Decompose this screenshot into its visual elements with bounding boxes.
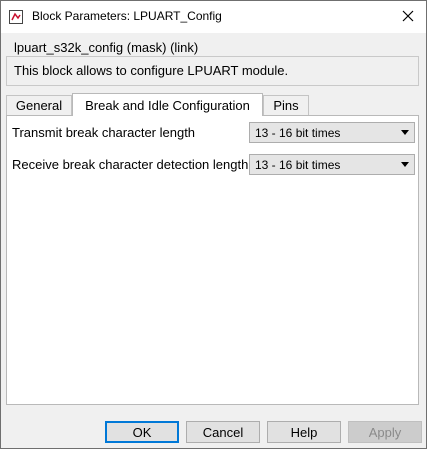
transmit-break-length-value: 13 - 16 bit times — [255, 126, 341, 140]
mask-heading: lpuart_s32k_config (mask) (link) — [14, 40, 199, 55]
mask-description-group: lpuart_s32k_config (mask) (link) This bl… — [6, 36, 419, 86]
close-button[interactable] — [390, 1, 426, 33]
receive-break-length-label: Receive break character detection length — [12, 157, 249, 172]
tab-general-label: General — [15, 98, 63, 113]
chevron-down-icon — [401, 162, 409, 167]
close-icon — [402, 10, 414, 25]
mask-description-box: This block allows to configure LPUART mo… — [6, 56, 419, 86]
tab-panel: Transmit break character length 13 - 16 … — [6, 115, 419, 405]
help-button[interactable]: Help — [267, 421, 341, 443]
tab-pins-label: Pins — [273, 98, 299, 113]
window-title: Block Parameters: LPUART_Config — [32, 9, 222, 23]
ok-button[interactable]: OK — [105, 421, 179, 443]
transmit-break-length-label: Transmit break character length — [12, 125, 196, 140]
simulink-block-icon — [9, 10, 23, 24]
tab-bar: General Break and Idle Configuration Pin… — [6, 93, 421, 116]
title-bar: Block Parameters: LPUART_Config — [1, 1, 426, 33]
receive-break-length-value: 13 - 16 bit times — [255, 158, 341, 172]
block-parameters-dialog: Block Parameters: LPUART_Config lpuart_s… — [0, 0, 427, 449]
tab-break-idle-label: Break and Idle Configuration — [85, 97, 250, 113]
receive-break-length-select[interactable]: 13 - 16 bit times — [249, 154, 415, 175]
transmit-break-length-select[interactable]: 13 - 16 bit times — [249, 122, 415, 143]
mask-description: This block allows to configure LPUART mo… — [14, 63, 289, 78]
cancel-button[interactable]: Cancel — [186, 421, 260, 443]
apply-button[interactable]: Apply — [348, 421, 422, 443]
tab-pins[interactable]: Pins — [263, 95, 309, 115]
chevron-down-icon — [401, 130, 409, 135]
tab-break-idle[interactable]: Break and Idle Configuration — [72, 93, 263, 116]
tab-general[interactable]: General — [6, 95, 72, 115]
